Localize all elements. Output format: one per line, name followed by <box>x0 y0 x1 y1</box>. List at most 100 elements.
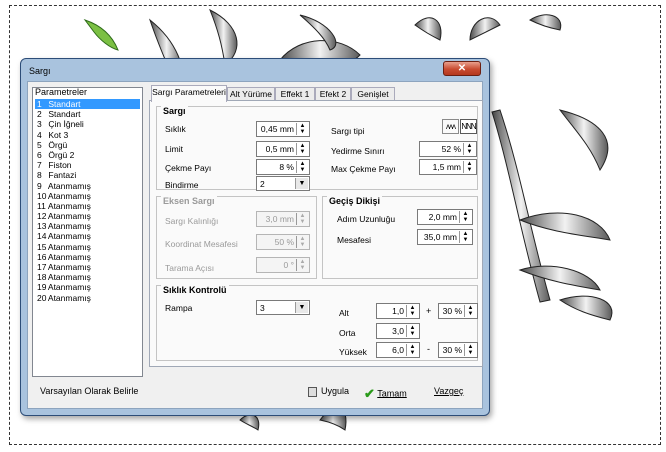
rampa-label: Rampa <box>165 303 193 313</box>
list-item[interactable]: 4 Kot 3 <box>35 130 140 140</box>
mesafesi-label: Mesafesi <box>337 235 372 245</box>
leaf-right-top <box>414 17 442 41</box>
sargi-tipi-label: Sargı tipi <box>331 126 365 136</box>
adim-uzunlugu-spinbox[interactable]: 2,0 mm ▲ ▼ <box>417 209 473 225</box>
list-item[interactable]: 2 Standart <box>35 109 140 119</box>
leaf-right-c <box>558 109 609 172</box>
yedirme-siniri-spinbox[interactable]: 52 % ▲ ▼ <box>419 141 477 157</box>
limit-label: Limit <box>165 144 183 154</box>
tab-panel: Sargı Sıklık 0,45 mm ▲ ▼ Limit 0,5 mm ▲ ▼ Çe… <box>149 100 483 367</box>
list-item[interactable]: 14 Atanmamış <box>35 231 140 241</box>
siklik-kontrolu-title: Sıklık Kontrolü <box>161 285 229 295</box>
list-item[interactable]: 6 Örgü 2 <box>35 150 140 160</box>
spin-arrows-icon: ▲ ▼ <box>296 236 308 248</box>
spin-arrows-icon: ▲ ▼ <box>296 161 308 173</box>
spin-arrows-icon: ▲ ▼ <box>296 259 308 271</box>
sargi-type-zigzag-button[interactable]: ʌʌʌ <box>442 119 459 134</box>
list-item[interactable]: 10 Atanmamış <box>35 191 140 201</box>
sargi-dialog: Sargı ✕ Parametreler 1 Standart 2 Standa… <box>20 58 490 416</box>
list-item[interactable]: 12 Atanmamış <box>35 211 140 221</box>
sargi-type-satin-button[interactable]: ΝΝΝ <box>460 119 477 134</box>
spin-arrows-icon: ▲ ▼ <box>406 344 418 356</box>
gecis-dikisi-title: Geçiş Dikişi <box>327 196 383 206</box>
tab-effekt-1[interactable]: Effekt 1 <box>275 87 315 101</box>
koordinat-mesafesi-spinbox: 50 % ▲ ▼ <box>256 234 310 250</box>
cekme-payi-label: Çekme Payı <box>165 163 212 173</box>
apply-icon <box>308 386 317 397</box>
yuksek-spinbox[interactable]: 6,0 ▲ ▼ <box>376 342 420 358</box>
dialog-title: Sargı <box>29 66 51 76</box>
tarama-acisi-label: Tarama Açısı <box>165 263 215 273</box>
alt-percent-spinbox[interactable]: 30 % ▲ ▼ <box>438 303 478 319</box>
limit-spinbox[interactable]: 0,5 mm ▲ ▼ <box>256 141 310 157</box>
sargi-kalinligi-spinbox: 3,0 mm ▲ ▼ <box>256 211 310 227</box>
list-item[interactable]: 17 Atanmamış <box>35 262 140 272</box>
tab-genislet[interactable]: Genişlet <box>351 87 395 101</box>
dialog-body: Parametreler 1 Standart 2 Standart 3 Çin… <box>27 81 483 409</box>
eksen-sargi-group: Eksen Sargı Sargı Kalınlığı 3,0 mm ▲ ▼ Koo… <box>156 196 317 279</box>
plus-sign: + <box>426 306 432 316</box>
list-item[interactable]: 20 Atanmamış <box>35 293 140 303</box>
adim-uzunlugu-label: Adım Uzunluğu <box>337 214 396 224</box>
spin-arrows-icon: ▲ ▼ <box>464 305 476 317</box>
list-item[interactable]: 5 Örgü <box>35 140 140 150</box>
tab-alt-yurume[interactable]: Alt Yürüme <box>227 87 275 101</box>
list-item[interactable]: 9 Atanmamış <box>35 181 140 191</box>
orta-label: Orta <box>339 328 356 338</box>
list-item[interactable]: 3 Çin İğneli <box>35 119 140 129</box>
parameter-items: 1 Standart 2 Standart 3 Çin İğneli 4 Kot… <box>35 99 140 303</box>
leaf-right-e <box>518 265 601 291</box>
spin-arrows-icon: ▲ ▼ <box>296 123 308 135</box>
alt-spinbox[interactable]: 1,0 ▲ ▼ <box>376 303 420 319</box>
alt-label: Alt <box>339 308 349 318</box>
leaf-top <box>209 8 238 66</box>
close-button[interactable]: ✕ <box>443 61 481 76</box>
spin-arrows-icon: ▲ ▼ <box>296 213 308 225</box>
siklik-kontrolu-group: Sıklık Kontrolü Rampa 3 ▼ Alt 1,0 ▲ ▼ + 30 … <box>156 285 478 361</box>
yedirme-siniri-label: Yedirme Sınırı <box>331 146 385 156</box>
cancel-button[interactable]: Vazgeç <box>434 386 463 396</box>
spin-arrows-icon: ▲ ▼ <box>406 305 418 317</box>
list-item[interactable]: 18 Atanmamış <box>35 272 140 282</box>
list-item[interactable]: 7 Fiston <box>35 160 140 170</box>
max-cekme-payi-label: Max Çekme Payı <box>331 164 396 174</box>
list-item[interactable]: 8 Fantazi <box>35 170 140 180</box>
list-item[interactable]: 16 Atanmamış <box>35 252 140 262</box>
bindirme-dropdown[interactable]: 2 ▼ <box>256 176 310 191</box>
tab-efekt-2[interactable]: Efekt 2 <box>315 87 351 101</box>
yuksek-label: Yüksek <box>339 347 367 357</box>
koordinat-mesafesi-label: Koordinat Mesafesi <box>165 239 238 249</box>
titlebar[interactable]: Sargı ✕ <box>21 59 489 81</box>
green-leaf <box>83 19 119 51</box>
list-item[interactable]: 15 Atanmamış <box>35 242 140 252</box>
minus-sign: - <box>427 344 430 354</box>
close-icon: ✕ <box>457 63 467 74</box>
yuksek-percent-spinbox[interactable]: 30 % ▲ ▼ <box>438 342 478 358</box>
rampa-dropdown[interactable]: 3 ▼ <box>256 300 310 315</box>
list-item[interactable]: 13 Atanmamış <box>35 221 140 231</box>
apply-button[interactable]: Uygula <box>308 386 349 397</box>
set-default-button[interactable]: Varsayılan Olarak Belirle <box>40 386 138 396</box>
leaf-right-b <box>529 14 562 31</box>
spin-arrows-icon: ▲ ▼ <box>459 231 471 243</box>
siklik-label: Sıklık <box>165 124 186 134</box>
max-cekme-payi-spinbox[interactable]: 1,5 mm ▲ ▼ <box>419 159 477 175</box>
tarama-acisi-spinbox: 0 ° ▲ ▼ <box>256 257 310 273</box>
chevron-down-icon: ▼ <box>295 178 308 189</box>
cekme-payi-spinbox[interactable]: 8 % ▲ ▼ <box>256 159 310 175</box>
tab-sargi-parametreleri[interactable]: Sargı Parametreleri <box>151 85 227 102</box>
parameter-list[interactable]: Parametreler 1 Standart 2 Standart 3 Çin… <box>32 87 143 377</box>
siklik-spinbox[interactable]: 0,45 mm ▲ ▼ <box>256 121 310 137</box>
ok-button[interactable]: ✔ Tamam <box>364 386 407 402</box>
mesafesi-spinbox[interactable]: 35,0 mm ▲ ▼ <box>417 229 473 245</box>
spin-arrows-icon: ▲ ▼ <box>463 161 475 173</box>
checkmark-icon: ✔ <box>364 386 375 401</box>
button-bar: Varsayılan Olarak Belirle Uygula ✔ Tamam… <box>28 380 482 404</box>
list-item[interactable]: 19 Atanmamış <box>35 282 140 292</box>
orta-spinbox[interactable]: 3,0 ▲ ▼ <box>376 323 420 339</box>
list-item[interactable]: 1 Standart <box>35 99 140 110</box>
spin-arrows-icon: ▲ ▼ <box>464 344 476 356</box>
list-item[interactable]: 11 Atanmamış <box>35 201 140 211</box>
spin-arrows-icon: ▲ ▼ <box>459 211 471 223</box>
spin-arrows-icon: ▲ ▼ <box>406 325 418 337</box>
